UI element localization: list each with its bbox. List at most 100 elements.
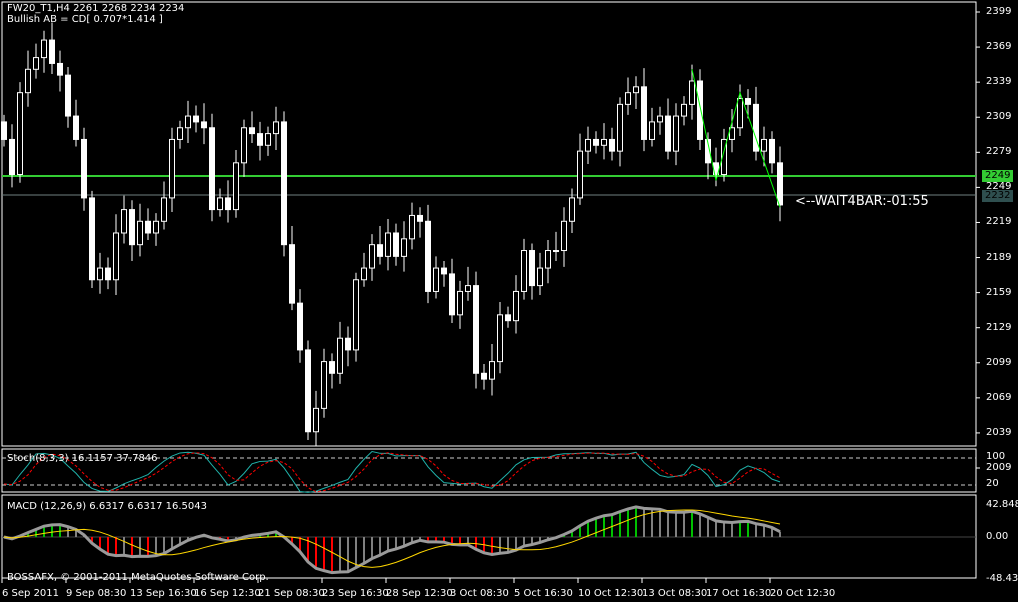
stoch-axis-20: 20 [986,478,999,489]
candle-body [401,238,407,257]
candle-body [193,115,199,123]
macd-histogram-bar [347,537,349,572]
candle-body [305,349,311,433]
price-axis-label: 2069 [986,391,1012,403]
macd-histogram-bar [363,537,365,564]
time-axis-label: 28 Sep 12:30 [386,588,453,599]
macd-histogram-bar [123,537,125,556]
candle-body [97,267,103,281]
candle-body [353,279,359,351]
time-axis-label: 13 Oct 08:30 [642,588,708,599]
macd-histogram-bar [499,537,501,554]
candle-body [577,150,583,199]
candle-body [257,133,263,146]
candle-body [689,80,695,105]
price-axis-label: 2279 [986,146,1012,158]
macd-histogram-bar [163,537,165,554]
macd-histogram-bar [507,537,509,553]
price-axis-label: 2339 [986,76,1012,88]
candle-body [17,92,23,176]
candle-body [241,127,247,164]
candle-body [281,121,287,246]
price-axis-label: 2129 [986,321,1012,333]
candle-body [657,115,663,123]
macd-histogram-bar [379,537,381,556]
candle-body [681,103,687,117]
macd-histogram-bar [587,521,589,537]
candle-body [345,337,351,351]
macd-histogram-bar [699,513,701,537]
candle-body [385,232,391,257]
candle-body [417,214,423,222]
candle-body [561,220,567,252]
candle-body [137,220,143,246]
macd-histogram-bar [595,518,597,537]
candle-body [761,138,767,152]
candle-body [505,314,511,322]
macd-histogram-bar [627,508,629,537]
candle-body [465,285,471,292]
macd-histogram-bar [643,508,645,537]
candle-body [177,127,183,140]
candle-body [81,138,87,199]
candle-body [649,121,655,140]
price-axis-label: 2189 [986,251,1012,263]
candle-body [153,220,159,234]
candle-body [593,138,599,146]
candle-body [529,250,535,287]
price-axis-label: 2369 [986,41,1012,53]
candle-body [737,98,743,129]
candle-body [145,220,151,234]
candle-body [521,250,527,292]
candle-body [121,209,127,234]
candle-body [745,98,751,105]
macd-histogram-bar [155,537,157,556]
macd-histogram-bar [739,521,741,537]
candle-body [441,267,447,275]
macd-histogram-bar [635,506,637,537]
candle-body [601,138,607,146]
macd-histogram-bar [339,537,341,573]
macd-histogram-bar [731,522,733,537]
candle-body [49,39,55,64]
candle-body [65,74,71,117]
candle-body [641,86,647,140]
time-axis-label: 13 Sep 16:30 [130,588,197,599]
candle-body [329,361,335,374]
candle-body [633,86,639,94]
candle-body [409,214,415,240]
candle-body [321,361,327,409]
macd-histogram-bar [675,512,677,537]
macd-axis-bottom: -48.436 [986,573,1018,584]
candle-body [41,39,47,59]
symbol-title: FW20_T1,H4 2261 2268 2234 2234 [7,3,185,14]
candle-body [25,68,31,94]
candle-body [449,273,455,316]
macd-histogram-bar [619,511,621,537]
bar-timer: <--WAIT4BAR:-01:55 [795,194,929,209]
time-axis-label: 23 Sep 16:30 [322,588,389,599]
macd-histogram-bar [603,515,605,537]
macd-histogram-bar [747,521,749,537]
macd-histogram-bar [147,537,149,557]
macd-histogram-bar [355,537,357,568]
macd-histogram-bar [659,509,661,537]
macd-histogram-bar [667,511,669,537]
candle-body [57,62,63,76]
candle-body [553,250,559,253]
candle-body [113,232,119,281]
time-axis-label: 20 Oct 12:30 [770,588,836,599]
candle-body [297,302,303,351]
macd-histogram-bar [715,520,717,537]
time-axis-label: 21 Sep 08:30 [258,588,325,599]
price-axis-label: 2039 [986,426,1012,438]
candle-body [425,220,431,292]
macd-histogram-bar [323,537,325,571]
price-axis-label: 2399 [986,6,1012,17]
candle-body [777,162,783,206]
candle-body [617,103,623,152]
green-line-price: 2249 [982,170,1013,182]
macd-histogram-bar [139,537,141,557]
candle-body [265,133,271,146]
macd-axis-top: 42.8484 [986,499,1018,510]
